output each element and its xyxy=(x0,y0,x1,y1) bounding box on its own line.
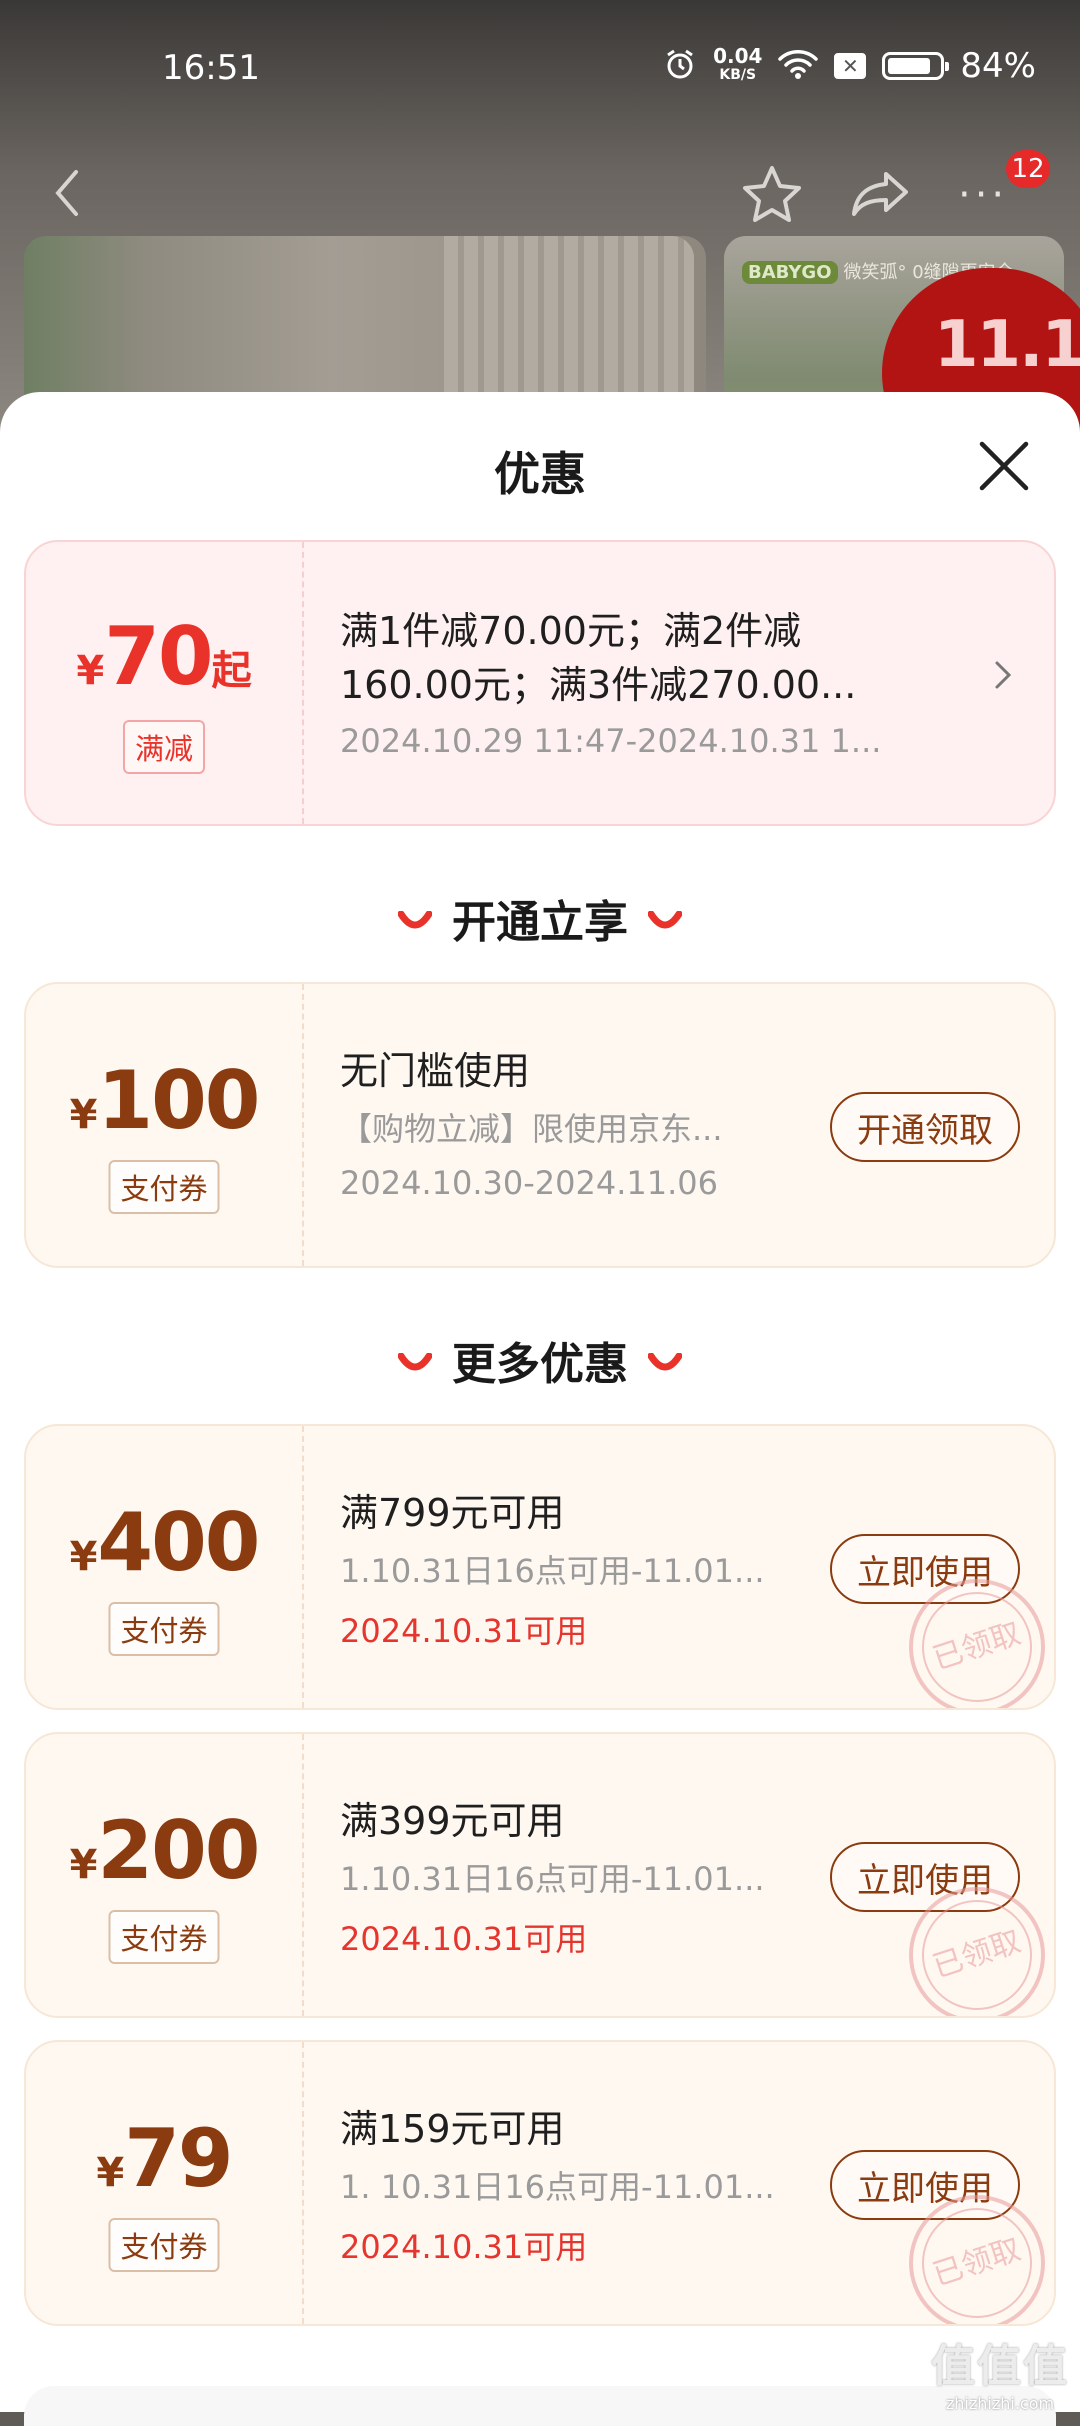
svg-text:已领取: 已领取 xyxy=(929,1924,1025,1985)
full-reduction-card[interactable]: ¥70起 满减 满1件减70.00元；满2件减 160.00元；满3件减270.… xyxy=(24,540,1056,826)
coupon-type-tag: 支付券 xyxy=(108,1910,220,1964)
offer-rule-line2: 160.00元；满3件减270.00... xyxy=(340,663,857,707)
product-page-background: BABYGO微笑弧° 0缝隙更安全 11.11 16:51 0.04 KB/S … xyxy=(0,0,1080,430)
star-icon[interactable] xyxy=(740,164,804,230)
card-divider xyxy=(302,984,304,1266)
card-divider xyxy=(302,542,304,824)
offer-validity: 2024.10.29 11:47-2024.10.31 1... xyxy=(340,722,882,760)
next-card-peek xyxy=(24,2386,1056,2426)
coupon-type-tag: 支付券 xyxy=(108,1160,220,1214)
coupon-validity: 2024.10.31可用 xyxy=(340,1612,588,1650)
coupon-amount: ¥200 xyxy=(69,1804,261,1897)
card-divider xyxy=(302,2042,304,2324)
svg-text:已领取: 已领取 xyxy=(929,2232,1025,2293)
coupon-description: 1.10.31日16点可用-11.01... xyxy=(340,1860,765,1898)
more-icon[interactable]: ··· xyxy=(958,175,1008,215)
coupon-title: 满399元可用 xyxy=(340,1799,565,1843)
claimed-stamp-icon: 已领取 xyxy=(909,2195,1045,2324)
activate-claim-button[interactable]: 开通领取 xyxy=(830,1092,1020,1162)
coupon-card[interactable]: ¥200 支付券 满399元可用 1.10.31日16点可用-11.01... … xyxy=(24,1732,1056,2018)
coupon-type-tag: 支付券 xyxy=(108,1602,220,1656)
coupon-amount: ¥400 xyxy=(69,1496,261,1589)
net-speed: 0.04 KB/S xyxy=(713,44,763,83)
coupon-validity: 2024.10.30-2024.11.06 xyxy=(340,1164,718,1202)
discount-sheet: 优惠 ¥70起 满减 满1件减70.00元；满2件减 160.00元；满3件减2… xyxy=(0,392,1080,2412)
battery-percent: 84% xyxy=(960,46,1036,86)
message-count-badge: 12 xyxy=(1006,150,1050,188)
section-header-member: 开通立享 xyxy=(0,886,1080,950)
svg-text:已领取: 已领取 xyxy=(929,1616,1025,1677)
status-bar: 16:51 0.04 KB/S ✕ 84% xyxy=(0,0,1080,140)
card-divider xyxy=(302,1734,304,2016)
close-icon[interactable] xyxy=(976,438,1032,498)
alarm-icon xyxy=(663,47,697,85)
coupon-description: 【购物立减】限使用京东... xyxy=(340,1110,723,1148)
claimed-stamp-icon: 已领取 xyxy=(909,1579,1045,1708)
product-nav-bar: ··· 12 xyxy=(0,150,1080,240)
coupon-card[interactable]: ¥400 支付券 满799元可用 1.10.31日16点可用-11.01... … xyxy=(24,1424,1056,1710)
coupon-validity: 2024.10.31可用 xyxy=(340,2228,588,2266)
coupon-type-tag: 支付券 xyxy=(108,2218,220,2272)
offer-type-tag: 满减 xyxy=(122,720,206,774)
coupon-title: 满159元可用 xyxy=(340,2107,565,2151)
member-coupon-card[interactable]: ¥100 支付券 无门槛使用 【购物立减】限使用京东... 2024.10.30… xyxy=(24,982,1056,1268)
coupon-description: 1.10.31日16点可用-11.01... xyxy=(340,1552,765,1590)
sheet-title: 优惠 xyxy=(494,447,586,501)
card-divider xyxy=(302,1426,304,1708)
claimed-stamp-icon: 已领取 xyxy=(909,1887,1045,2016)
coupon-description: 1. 10.31日16点可用-11.01... xyxy=(340,2168,775,2206)
smile-icon xyxy=(647,1335,683,1386)
smile-icon xyxy=(397,1335,433,1386)
battery-icon xyxy=(882,52,950,80)
offer-amount: ¥70起 xyxy=(76,610,252,703)
coupon-title: 无门槛使用 xyxy=(340,1049,531,1093)
smile-icon xyxy=(397,893,433,944)
coupon-validity: 2024.10.31可用 xyxy=(340,1920,588,1958)
site-watermark: 值值值 zhizhizhi.com xyxy=(931,2341,1069,2413)
chevron-right-icon[interactable] xyxy=(994,660,1012,694)
section-header-more: 更多优惠 xyxy=(0,1328,1080,1392)
smile-icon xyxy=(647,893,683,944)
status-time: 16:51 xyxy=(162,48,260,88)
wifi-icon xyxy=(778,48,819,84)
coupon-amount: ¥100 xyxy=(69,1054,261,1147)
back-icon[interactable] xyxy=(52,168,82,222)
coupon-card[interactable]: ¥79 支付券 满159元可用 1. 10.31日16点可用-11.01... … xyxy=(24,2040,1056,2326)
offer-rule-line1: 满1件减70.00元；满2件减 xyxy=(340,609,802,653)
share-icon[interactable] xyxy=(850,168,910,222)
coupon-amount: ¥79 xyxy=(96,2112,233,2205)
sim-off-icon: ✕ xyxy=(834,53,867,79)
coupon-title: 满799元可用 xyxy=(340,1491,565,1535)
